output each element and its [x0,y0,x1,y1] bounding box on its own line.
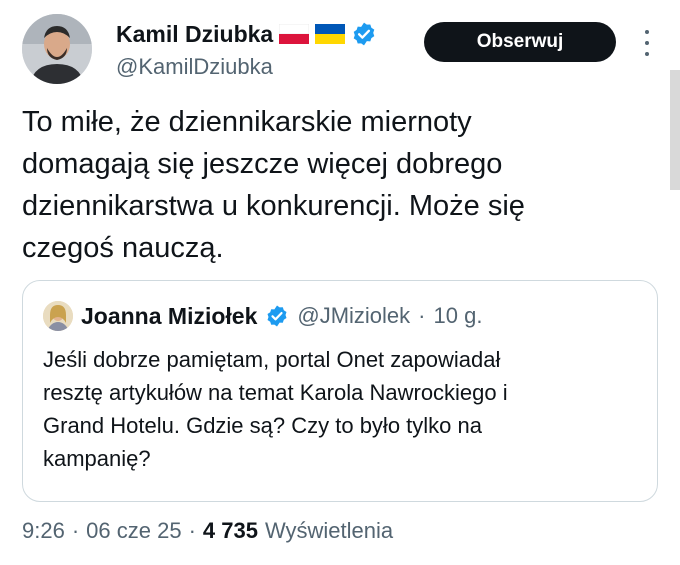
side-divider [670,70,680,190]
quoted-tweet-text: Jeśli dobrze pamiętam, portal Onet zapow… [43,347,508,471]
verified-badge-icon [265,304,289,328]
ukraine-flag-icon [315,24,346,44]
verified-badge-icon [351,21,377,47]
quoted-separator: · [418,303,426,328]
quoted-timestamp: 10 g. [433,303,483,328]
tweet-meta: 9:26 · 06 cze 25 · 4 735 Wyświetlenia [22,518,393,544]
follow-button[interactable]: Obserwuj [424,22,616,62]
author-name[interactable]: Kamil Dziubka [116,21,273,48]
quoted-author-handle: @JMiziolek [297,303,411,328]
tweet-text: To miłe, że dziennikarskie miernoty doma… [22,106,525,264]
views-label: Wyświetlenia [264,518,394,543]
more-vertical-icon[interactable] [642,30,652,56]
quoted-author-name: Joanna Miziołek [81,302,258,329]
author-block: Kamil Dziubka @KamilDziubka [116,18,377,80]
author-handle[interactable]: @KamilDziubka [116,54,377,80]
tweet-header: Kamil Dziubka @KamilDziubka Obserwuj [22,14,660,84]
tweet-time[interactable]: 9:26 [22,518,65,544]
quoted-tweet[interactable]: Joanna Miziołek @JMiziolek · 10 g. Jeśli… [22,280,658,502]
quoted-author-avatar [43,301,73,331]
quoted-tweet-header: Joanna Miziołek @JMiziolek · 10 g. [43,301,482,331]
views-count: 4 735 [202,518,258,543]
meta-separator: · [188,518,196,543]
meta-separator: · [71,518,80,543]
author-avatar[interactable] [22,14,92,84]
poland-flag-icon [278,23,310,44]
tweet-date[interactable]: 06 cze 25 [86,518,181,544]
author-name-row: Kamil Dziubka [116,18,377,50]
